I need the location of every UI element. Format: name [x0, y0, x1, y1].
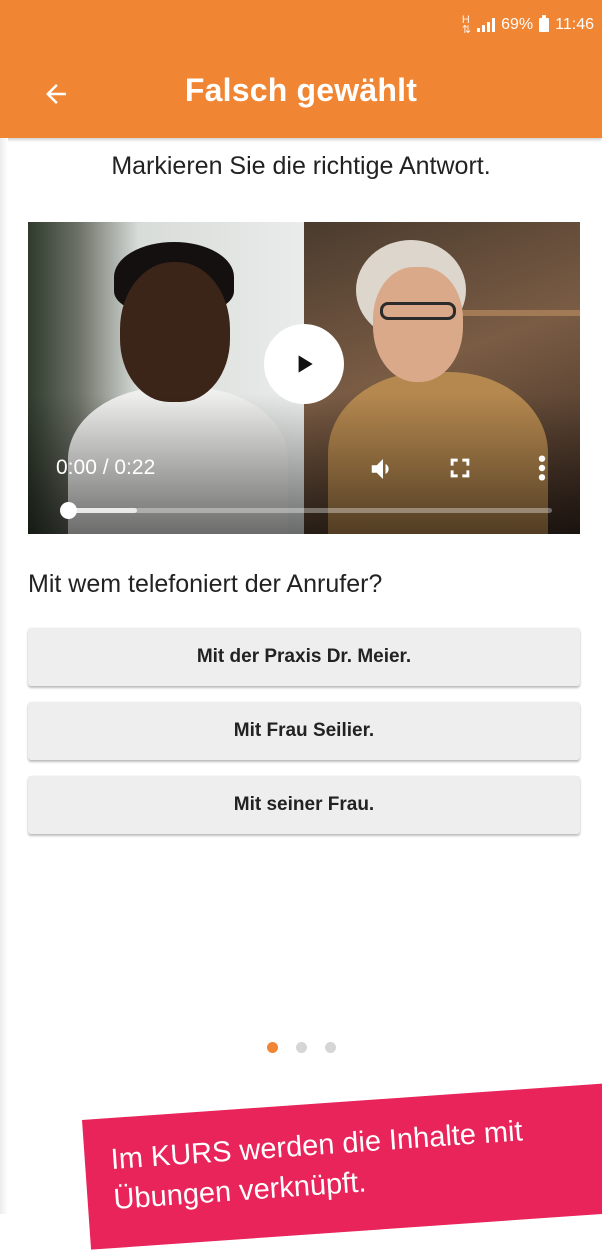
video-time: 0:00 / 0:22	[56, 456, 156, 479]
pagination-dot[interactable]	[266, 1042, 278, 1053]
answer-button[interactable]: Mit Frau Seilier.	[28, 702, 580, 760]
page-title: Falsch gewählt	[184, 72, 418, 108]
answer-button[interactable]: Mit der Praxis Dr. Meier.	[28, 628, 580, 686]
battery-percent: 69%	[501, 16, 534, 33]
volume-icon[interactable]	[368, 454, 398, 489]
pagination-dot[interactable]	[295, 1042, 307, 1053]
app-bar: Falsch gewählt	[0, 50, 602, 138]
pagination-dot[interactable]	[324, 1042, 336, 1053]
volume-svg	[371, 459, 389, 479]
video-progress-thumb[interactable]	[60, 502, 77, 519]
video-player[interactable]: 0:00 / 0:22	[28, 222, 580, 534]
status-bar: H ⇅ 69% 11:46	[0, 0, 602, 50]
status-time: 11:46	[555, 16, 594, 33]
fullscreen-svg	[450, 458, 470, 478]
video-progress-bar[interactable]	[60, 502, 552, 519]
promo-banner: Im KURS werden die Inhalte mit Übungen v…	[82, 1080, 602, 1250]
answer-button[interactable]: Mit seiner Frau.	[28, 776, 580, 834]
pagination-dots	[0, 1042, 602, 1053]
play-button[interactable]	[264, 324, 344, 404]
more-vert-svg	[538, 455, 546, 481]
fullscreen-icon[interactable]	[446, 454, 474, 487]
instruction-text: Markieren Sie die richtige Antwort.	[111, 152, 491, 180]
question-text: Mit wem telefoniert der Anrufer?	[28, 570, 383, 598]
play-icon	[298, 355, 313, 373]
signal-icon	[477, 18, 496, 32]
network-type-icon: H ⇅	[461, 14, 472, 36]
more-vert-icon[interactable]	[532, 452, 552, 489]
battery-icon	[539, 15, 550, 32]
